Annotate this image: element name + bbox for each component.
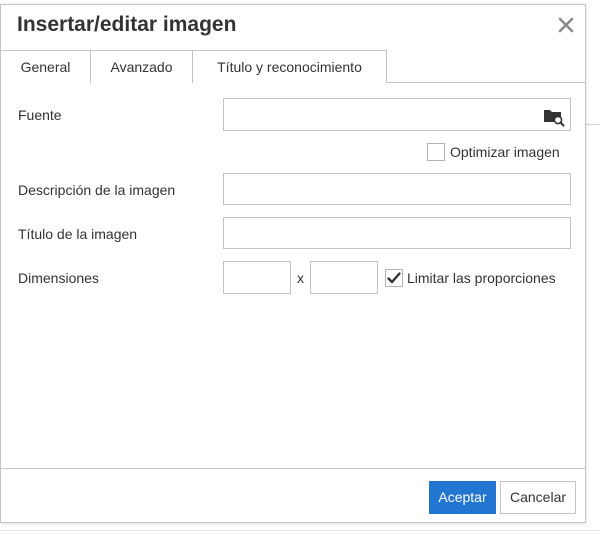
description-input[interactable] [223,173,571,205]
checkmark-icon [387,272,401,284]
tab-title-credits[interactable]: Título y reconocimiento [193,50,387,83]
insert-image-dialog: Insertar/editar imagen General Avanzado … [0,4,586,523]
title-label: Título de la imagen [18,226,138,242]
close-icon[interactable] [554,13,578,37]
tab-general[interactable]: General [1,50,91,84]
constrain-checkbox[interactable] [385,269,403,287]
footer-divider [1,468,586,469]
folder-search-icon [544,110,565,127]
source-label: Fuente [18,107,62,123]
height-input[interactable] [310,261,378,294]
title-input[interactable] [223,217,571,249]
description-label: Descripción de la imagen [18,182,176,198]
tab-bar: General Avanzado Título y reconocimiento [1,50,586,84]
optimize-checkbox[interactable] [427,143,445,161]
dimension-separator: x [297,270,304,286]
tab-advanced[interactable]: Avanzado [91,50,193,83]
dimensions-label: Dimensiones [18,270,99,286]
ok-button[interactable]: Aceptar [429,481,496,514]
constrain-label: Limitar las proporciones [407,270,556,286]
source-input[interactable] [223,98,535,131]
width-input[interactable] [223,261,291,294]
browse-button[interactable] [534,98,571,131]
dialog-title: Insertar/editar imagen [17,13,237,36]
cancel-button[interactable]: Cancelar [500,481,576,514]
backdrop-bottom-line [0,530,600,531]
optimize-label: Optimizar imagen [450,144,560,160]
backdrop-line [586,124,600,125]
